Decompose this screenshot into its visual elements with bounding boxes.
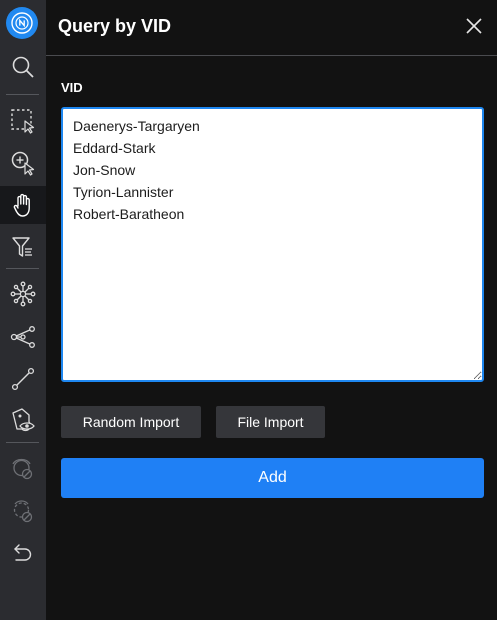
file-import-button[interactable]: File Import (216, 406, 325, 438)
common-neighbor-icon[interactable] (0, 318, 46, 356)
toolbar-divider (6, 268, 39, 269)
panel-title: Query by VID (58, 16, 172, 36)
expand-icon[interactable] (0, 275, 46, 313)
box-select-icon[interactable] (0, 102, 46, 140)
toolbar-divider (6, 94, 39, 95)
undo-icon[interactable] (0, 534, 46, 572)
vid-textarea[interactable]: Daenerys-Targaryen Eddard-Stark Jon-Snow… (61, 107, 484, 382)
zoom-select-icon[interactable] (0, 144, 46, 182)
header-divider (46, 55, 497, 56)
hand-icon[interactable] (0, 186, 46, 224)
hide-icon (0, 450, 46, 488)
vid-field-label: VID (61, 80, 83, 95)
nebula-logo-icon[interactable] (6, 7, 38, 39)
close-icon[interactable] (465, 17, 483, 35)
hide-others-icon (0, 493, 46, 531)
find-path-icon[interactable] (0, 360, 46, 398)
add-button[interactable]: Add (61, 458, 484, 498)
random-import-button[interactable]: Random Import (61, 406, 201, 438)
app-window: Query by VID VID Daenerys-Targaryen Edda… (0, 0, 497, 620)
toolbar-divider (6, 442, 39, 443)
show-properties-icon[interactable] (0, 402, 46, 440)
query-by-vid-panel: Query by VID VID Daenerys-Targaryen Edda… (46, 0, 497, 620)
sidebar-toolbar (0, 0, 46, 620)
filter-icon[interactable] (0, 228, 46, 266)
search-icon[interactable] (0, 48, 46, 86)
